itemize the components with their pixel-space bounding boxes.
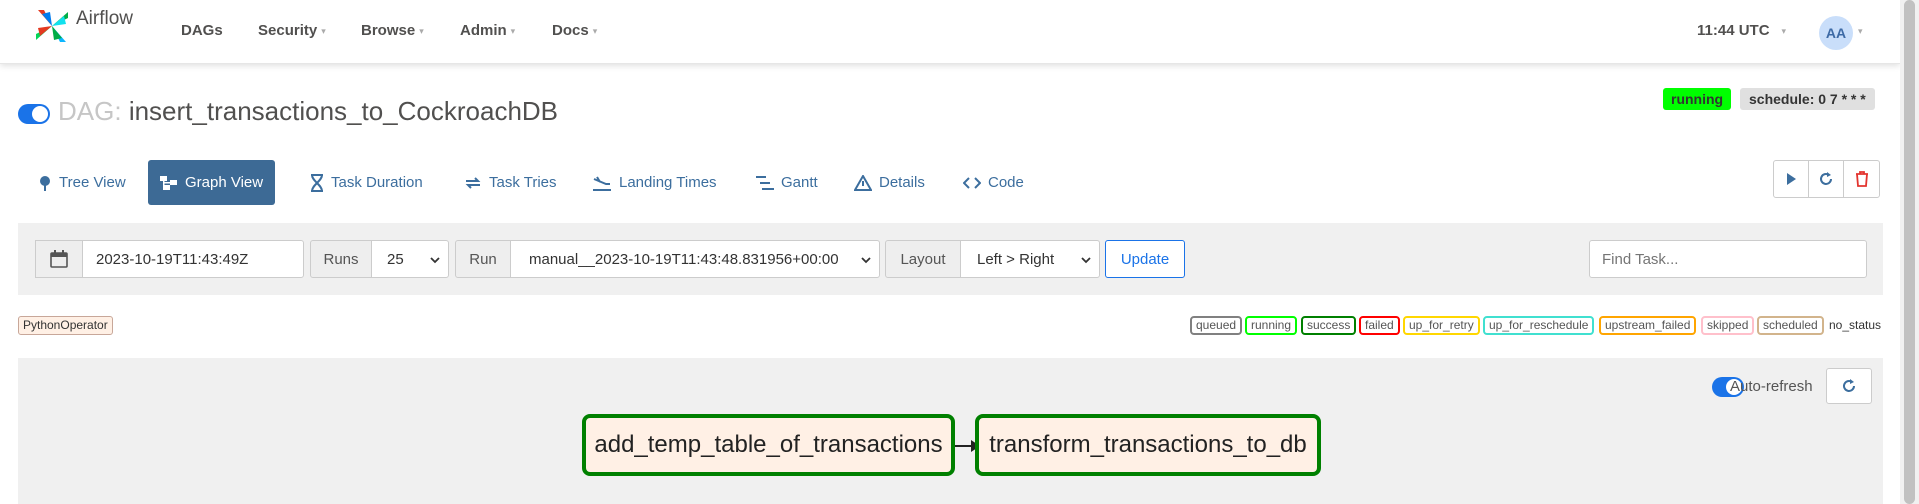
tab-details[interactable]: Details bbox=[842, 160, 937, 205]
caret-down-icon: ▾ bbox=[419, 25, 424, 36]
run-select-value: manual__2023-10-19T11:43:48.831956+00:00 bbox=[529, 250, 839, 268]
nav-security[interactable]: Security ▾ bbox=[258, 22, 326, 39]
code-brackets-icon bbox=[963, 176, 981, 189]
tab-label: Gantt bbox=[781, 174, 818, 191]
nav-dags[interactable]: DAGs bbox=[181, 22, 223, 39]
state-legend-skipped: skipped bbox=[1701, 316, 1755, 335]
tab-tree-view[interactable]: Tree View bbox=[26, 160, 138, 205]
tab-label: Graph View bbox=[185, 174, 264, 191]
tab-label: Details bbox=[879, 174, 925, 191]
gantt-icon bbox=[756, 175, 774, 190]
caret-down-icon: ▾ bbox=[1858, 26, 1863, 36]
trash-icon bbox=[1855, 171, 1868, 187]
navbar: Airflow DAGs Security ▾ Browse ▾ Admin ▾ Do… bbox=[0, 0, 1900, 64]
date-picker-button[interactable] bbox=[35, 240, 83, 278]
user-avatar[interactable]: AA bbox=[1819, 16, 1853, 50]
tree-icon bbox=[40, 175, 50, 191]
tab-label: Code bbox=[988, 174, 1024, 191]
airflow-logo[interactable]: Airflow bbox=[34, 8, 133, 44]
caret-down-icon: ▾ bbox=[510, 25, 516, 36]
base-date-input[interactable]: 2023-10-19T11:43:49Z bbox=[82, 240, 304, 278]
nav-admin-label: Admin bbox=[460, 22, 507, 39]
page-scrollbar[interactable] bbox=[1900, 0, 1919, 504]
refresh-icon bbox=[1820, 172, 1832, 185]
nav-browse-label: Browse bbox=[361, 22, 416, 39]
find-task-input[interactable] bbox=[1589, 240, 1867, 278]
dag-status-badge: running bbox=[1663, 88, 1732, 110]
tab-task-duration[interactable]: Task Duration bbox=[298, 160, 435, 205]
operator-legend-pythonoperator: PythonOperator bbox=[18, 316, 113, 335]
state-legend-failed: failed bbox=[1359, 316, 1400, 335]
brand-name: Airflow bbox=[76, 8, 134, 29]
tab-code[interactable]: Code bbox=[951, 160, 1036, 205]
update-button[interactable]: Update bbox=[1105, 240, 1185, 278]
hourglass-icon bbox=[311, 173, 323, 192]
utc-clock[interactable]: 11:44 UTC ▾ bbox=[1697, 22, 1786, 39]
tab-label: Landing Times bbox=[619, 174, 717, 191]
dag-name: insert_transactions_to_CockroachDB bbox=[128, 96, 559, 126]
state-legend-no-status: no_status bbox=[1829, 318, 1882, 332]
run-label: Run bbox=[455, 240, 511, 278]
nav-docs-label: Docs bbox=[552, 22, 589, 39]
nav-admin[interactable]: Admin ▾ bbox=[460, 22, 515, 39]
calendar-icon bbox=[50, 250, 68, 268]
dag-graph-canvas[interactable]: Auto-refresh add_temp_table_of_transacti… bbox=[18, 358, 1883, 504]
state-legend-success: success bbox=[1301, 316, 1357, 335]
scrollbar-thumb[interactable] bbox=[1904, 0, 1915, 504]
dag-pause-toggle[interactable] bbox=[18, 104, 50, 124]
utc-clock-label: 11:44 UTC bbox=[1697, 22, 1770, 39]
layout-select[interactable]: Left > Right bbox=[960, 240, 1100, 278]
tab-task-tries[interactable]: Task Tries bbox=[452, 160, 569, 205]
task-node-add-temp-table-of-transactions[interactable]: add_temp_table_of_transactions bbox=[582, 414, 955, 476]
run-select[interactable]: manual__2023-10-19T11:43:48.831956+00:00 bbox=[510, 240, 880, 278]
pinwheel-icon bbox=[36, 10, 68, 42]
tab-gantt[interactable]: Gantt bbox=[744, 160, 830, 205]
tab-label: Task Duration bbox=[331, 174, 423, 191]
state-legend-up-for-retry: up_for_retry bbox=[1403, 316, 1480, 335]
caret-down-icon: ▾ bbox=[321, 25, 326, 36]
tab-graph-view[interactable]: Graph View bbox=[148, 160, 276, 205]
dag-prefix: DAG: bbox=[58, 96, 122, 126]
task-node-transform-transactions-to-db[interactable]: transform_transactions_to_db bbox=[975, 414, 1321, 476]
nav-docs[interactable]: Docs ▾ bbox=[552, 22, 597, 39]
state-legend-upstream-failed: upstream_failed bbox=[1599, 316, 1697, 335]
runs-label: Runs bbox=[310, 240, 372, 278]
caret-down-icon: ▾ bbox=[1781, 25, 1787, 36]
plane-landing-icon bbox=[593, 175, 611, 191]
runs-select[interactable]: 25 bbox=[371, 240, 449, 278]
refresh-dag-button[interactable] bbox=[1809, 161, 1844, 197]
chevron-down-icon bbox=[1081, 252, 1091, 269]
graph-controls: 2023-10-19T11:43:49Z Runs 25 Run manual_… bbox=[18, 223, 1883, 295]
tab-label: Tree View bbox=[59, 174, 126, 191]
caret-down-icon: ▾ bbox=[592, 25, 598, 36]
tab-label: Task Tries bbox=[489, 174, 557, 191]
chevron-down-icon bbox=[861, 252, 871, 269]
warning-triangle-icon bbox=[854, 174, 872, 191]
nav-dags-label: DAGs bbox=[181, 22, 223, 39]
delete-dag-button[interactable] bbox=[1844, 161, 1879, 197]
trigger-dag-button[interactable] bbox=[1774, 161, 1809, 197]
layout-select-value: Left > Right bbox=[977, 250, 1055, 268]
state-legend-up-for-reschedule: up_for_reschedule bbox=[1483, 316, 1595, 335]
state-legend-running: running bbox=[1245, 316, 1298, 335]
runs-select-value: 25 bbox=[387, 250, 404, 268]
layout-label: Layout bbox=[885, 240, 961, 278]
state-legend-scheduled: scheduled bbox=[1757, 316, 1824, 335]
chevron-down-icon bbox=[430, 252, 440, 269]
graph-icon bbox=[160, 175, 177, 190]
nav-security-label: Security bbox=[258, 22, 318, 39]
schedule-badge: schedule: 0 7 * * * bbox=[1740, 88, 1875, 110]
state-legend-queued: queued bbox=[1190, 316, 1243, 335]
graph-refresh-button[interactable] bbox=[1826, 368, 1872, 404]
tab-landing-times[interactable]: Landing Times bbox=[580, 160, 729, 205]
refresh-icon bbox=[1843, 379, 1855, 392]
retry-arrows-icon bbox=[465, 176, 481, 189]
page-title: DAG: insert_transactions_to_CockroachDB bbox=[58, 96, 558, 127]
play-icon bbox=[1787, 173, 1796, 185]
auto-refresh-label: Auto-refresh bbox=[1730, 378, 1813, 395]
nav-browse[interactable]: Browse ▾ bbox=[361, 22, 424, 39]
dag-actions bbox=[1773, 160, 1880, 198]
